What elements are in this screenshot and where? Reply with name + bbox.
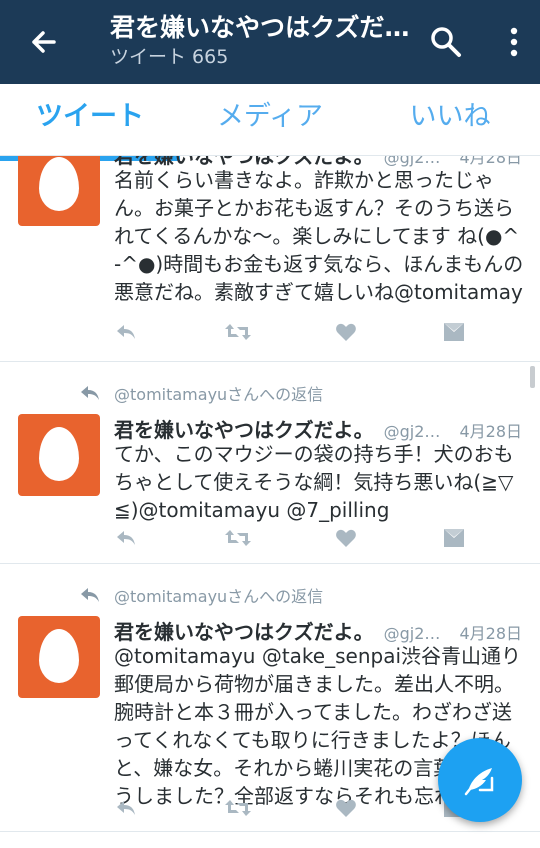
- reply-icon[interactable]: [114, 526, 138, 550]
- reply-arrow-icon: [81, 386, 99, 400]
- retweet-icon[interactable]: [224, 526, 252, 550]
- username: @gj2m...: [383, 624, 450, 643]
- tab-bar: ツイート メディア いいね: [0, 84, 540, 161]
- tweet-date: 4月28日: [459, 422, 522, 441]
- reply-icon[interactable]: [114, 796, 138, 820]
- title-block: 君を嫌いなやつはクズだよ。 ツイート 665: [110, 12, 428, 70]
- tweet-count: ツイート 665: [110, 46, 229, 68]
- avatar[interactable]: [18, 414, 100, 496]
- heart-icon[interactable]: [334, 526, 358, 550]
- tab-likes[interactable]: いいね: [360, 84, 540, 155]
- compose-tweet-icon: [464, 768, 494, 796]
- heart-icon[interactable]: [334, 320, 358, 344]
- direct-message-icon[interactable]: [442, 526, 466, 550]
- tweet-header: 君を嫌いなやつはクズだよ。 @gj2m... 4月28日: [114, 414, 522, 443]
- reply-context-text[interactable]: @tomitamayuさんへの返信: [114, 583, 323, 607]
- tab-media[interactable]: メディア: [180, 84, 360, 155]
- tweet-actions: [114, 796, 474, 820]
- search-icon[interactable]: [428, 24, 464, 60]
- egg-icon: [39, 427, 79, 481]
- app-bar: 君を嫌いなやつはクズだよ。 ツイート 665: [0, 0, 540, 84]
- heart-icon[interactable]: [334, 796, 358, 820]
- arrow-back-icon[interactable]: [24, 22, 64, 62]
- avatar[interactable]: [18, 616, 100, 698]
- tweet-header: 君を嫌いなやつはクズだよ。 @gj2m... 4月28日: [114, 616, 522, 645]
- retweet-icon[interactable]: [224, 320, 252, 344]
- tweet-date: 4月28日: [459, 624, 522, 643]
- tweet-actions: [114, 320, 474, 344]
- profile-title: 君を嫌いなやつはクズだよ。: [110, 13, 428, 42]
- username: @gj2m...: [383, 422, 450, 441]
- tweet[interactable]: 君を嫌いなやつはクズだよ。 @gj2m... 4月28日 名前くらい書きなよ。詐…: [0, 156, 540, 362]
- retweet-icon[interactable]: [224, 796, 252, 820]
- direct-message-icon[interactable]: [442, 320, 466, 344]
- tweet[interactable]: @tomitamayuさんへの返信 君を嫌いなやつはクズだよ。 @gj2m...…: [0, 362, 540, 564]
- egg-icon: [39, 157, 79, 211]
- display-name[interactable]: 君を嫌いなやつはクズだよ。: [114, 414, 374, 443]
- reply-arrow-icon: [81, 588, 99, 602]
- reply-context: @tomitamayuさんへの返信: [80, 584, 323, 606]
- display-name[interactable]: 君を嫌いなやつはクズだよ。: [114, 616, 374, 645]
- egg-icon: [39, 629, 79, 683]
- tab-tweets[interactable]: ツイート: [0, 84, 180, 161]
- scrollbar[interactable]: [530, 366, 535, 388]
- compose-tweet-button[interactable]: [438, 738, 522, 822]
- tweet-text: 名前くらい書きなよ。詐欺かと思ったじゃん。お菓子とかお花も返すん？そのうち送られ…: [114, 168, 524, 304]
- tweet-actions: [114, 526, 474, 550]
- reply-icon[interactable]: [114, 320, 138, 344]
- avatar[interactable]: [18, 156, 100, 226]
- reply-context: @tomitamayuさんへの返信: [80, 382, 323, 404]
- reply-context-text[interactable]: @tomitamayuさんへの返信: [114, 381, 323, 405]
- tweet-text: てか、このマウジーの袋の持ち手！犬のおもちゃとして使えそうな綱！気持ち悪いね(≧…: [114, 442, 514, 522]
- tweet-header: 君を嫌いなやつはクズだよ。 @gj2m... 4月28日: [114, 156, 522, 168]
- more-vert-icon[interactable]: [500, 24, 528, 60]
